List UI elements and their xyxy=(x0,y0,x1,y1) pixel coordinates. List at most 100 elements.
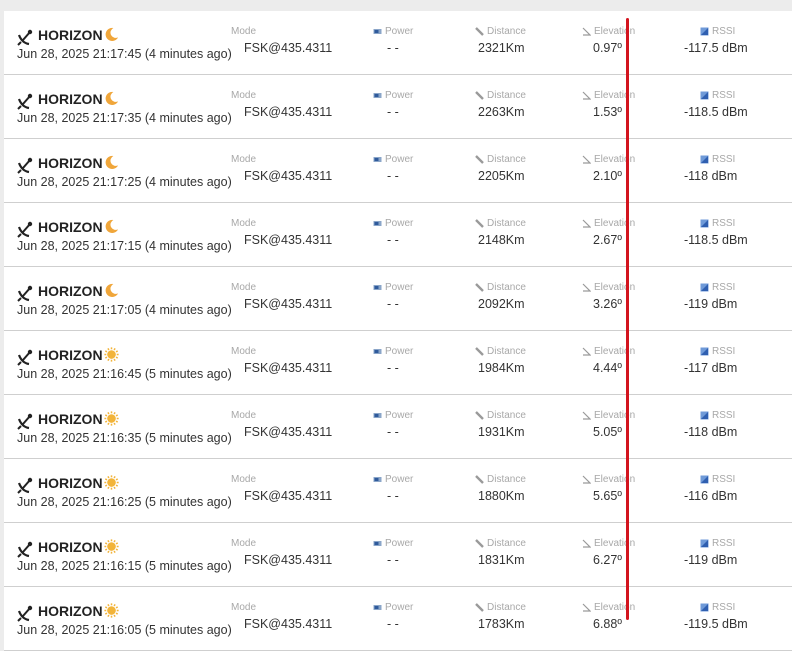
power-label: Power xyxy=(373,410,413,421)
power-label: Power xyxy=(373,90,413,101)
distance-label: Distance xyxy=(475,218,526,229)
rssi-value: -119 dBm xyxy=(684,553,738,567)
distance-label: Distance xyxy=(475,346,526,357)
satellite-name[interactable]: HORIZON xyxy=(38,91,103,107)
rssi-value: -117.5 dBm xyxy=(684,41,748,55)
satellite-icon xyxy=(17,28,35,46)
satellite-name[interactable]: HORIZON xyxy=(38,219,103,235)
crescent-moon-icon xyxy=(104,283,119,298)
satellite-name[interactable]: HORIZON xyxy=(38,347,103,363)
signal-icon xyxy=(700,219,709,228)
power-value: - - xyxy=(387,41,399,55)
satellite-icon xyxy=(17,284,35,302)
power-meter-icon xyxy=(373,219,382,228)
distance-label: Distance xyxy=(475,538,526,549)
packet-timestamp: Jun 28, 2025 21:17:05 (4 minutes ago) xyxy=(17,303,232,317)
power-meter-icon xyxy=(373,603,382,612)
power-meter-icon xyxy=(373,539,382,548)
packet-row[interactable]: HORIZON Jun 28, 2025 21:17:05 (4 minutes… xyxy=(4,267,792,331)
packet-timestamp: Jun 28, 2025 21:16:05 (5 minutes ago) xyxy=(17,623,232,637)
ruler-icon xyxy=(475,91,484,100)
sun-icon xyxy=(104,603,119,618)
elevation-value: 1.53º xyxy=(593,105,622,119)
mode-value: FSK@435.4311 xyxy=(244,361,333,375)
mode-value: FSK@435.4311 xyxy=(244,233,333,247)
satellite-name[interactable]: HORIZON xyxy=(38,411,103,427)
elevation-value: 3.26º xyxy=(593,297,622,311)
sun-icon xyxy=(104,347,119,362)
distance-value: 2205Km xyxy=(478,169,525,183)
mode-label: Mode xyxy=(231,538,257,549)
elevation-value: 6.27º xyxy=(593,553,622,567)
angle-icon xyxy=(582,27,592,36)
satellite-name[interactable]: HORIZON xyxy=(38,155,103,171)
mode-value: FSK@435.4311 xyxy=(244,41,333,55)
packet-row[interactable]: HORIZON Jun 28, 2025 21:16:15 (5 minutes… xyxy=(4,523,792,587)
mode-value: FSK@435.4311 xyxy=(244,169,333,183)
crescent-moon-icon xyxy=(104,27,119,42)
mode-label: Mode xyxy=(231,90,257,101)
rssi-value: -118 dBm xyxy=(684,425,738,439)
packet-row[interactable]: HORIZON Jun 28, 2025 21:16:05 (5 minutes… xyxy=(4,587,792,651)
packet-timestamp: Jun 28, 2025 21:17:35 (4 minutes ago) xyxy=(17,111,232,125)
power-meter-icon xyxy=(373,347,382,356)
packet-timestamp: Jun 28, 2025 21:16:25 (5 minutes ago) xyxy=(17,495,232,509)
signal-icon xyxy=(700,539,709,548)
satellite-name[interactable]: HORIZON xyxy=(38,603,103,619)
ruler-icon xyxy=(475,411,484,420)
packet-row[interactable]: HORIZON Jun 28, 2025 21:17:45 (4 minutes… xyxy=(4,11,792,75)
packet-row[interactable]: HORIZON Jun 28, 2025 21:16:45 (5 minutes… xyxy=(4,331,792,395)
angle-icon xyxy=(582,283,592,292)
crescent-moon-icon xyxy=(104,91,119,106)
rssi-label: RSSI xyxy=(700,26,735,37)
packet-row[interactable]: HORIZON Jun 28, 2025 21:16:35 (5 minutes… xyxy=(4,395,792,459)
packet-row[interactable]: HORIZON Jun 28, 2025 21:16:25 (5 minutes… xyxy=(4,459,792,523)
rssi-label: RSSI xyxy=(700,282,735,293)
distance-value: 1831Km xyxy=(478,553,525,567)
distance-value: 2321Km xyxy=(478,41,525,55)
satellite-name[interactable]: HORIZON xyxy=(38,27,103,43)
rssi-value: -118 dBm xyxy=(684,169,738,183)
angle-icon xyxy=(582,219,592,228)
mode-value: FSK@435.4311 xyxy=(244,617,333,631)
ruler-icon xyxy=(475,475,484,484)
mode-label: Mode xyxy=(231,346,257,357)
angle-icon xyxy=(582,539,592,548)
packet-timestamp: Jun 28, 2025 21:17:15 (4 minutes ago) xyxy=(17,239,232,253)
mode-label: Mode xyxy=(231,26,257,37)
distance-value: 2092Km xyxy=(478,297,525,311)
angle-icon xyxy=(582,475,592,484)
ruler-icon xyxy=(475,347,484,356)
sun-icon xyxy=(104,411,119,426)
power-value: - - xyxy=(387,105,399,119)
satellite-name[interactable]: HORIZON xyxy=(38,539,103,555)
distance-label: Distance xyxy=(475,410,526,421)
angle-icon xyxy=(582,411,592,420)
distance-label: Distance xyxy=(475,602,526,613)
ruler-icon xyxy=(475,27,484,36)
red-marker-line xyxy=(626,18,629,620)
rssi-value: -117 dBm xyxy=(684,361,738,375)
satellite-icon xyxy=(17,92,35,110)
power-value: - - xyxy=(387,425,399,439)
packet-row[interactable]: HORIZON Jun 28, 2025 21:17:15 (4 minutes… xyxy=(4,203,792,267)
ruler-icon xyxy=(475,283,484,292)
power-label: Power xyxy=(373,218,413,229)
packet-timestamp: Jun 28, 2025 21:17:45 (4 minutes ago) xyxy=(17,47,232,61)
packet-timestamp: Jun 28, 2025 21:17:25 (4 minutes ago) xyxy=(17,175,232,189)
mode-label: Mode xyxy=(231,602,257,613)
signal-icon xyxy=(700,91,709,100)
ruler-icon xyxy=(475,539,484,548)
packet-row[interactable]: HORIZON Jun 28, 2025 21:17:35 (4 minutes… xyxy=(4,75,792,139)
rssi-value: -116 dBm xyxy=(684,489,738,503)
distance-value: 1783Km xyxy=(478,617,525,631)
distance-value: 2263Km xyxy=(478,105,525,119)
angle-icon xyxy=(582,155,592,164)
signal-icon xyxy=(700,155,709,164)
rssi-value: -118.5 dBm xyxy=(684,233,748,247)
crescent-moon-icon xyxy=(104,155,119,170)
satellite-name[interactable]: HORIZON xyxy=(38,283,103,299)
satellite-name[interactable]: HORIZON xyxy=(38,475,103,491)
packet-row[interactable]: HORIZON Jun 28, 2025 21:17:25 (4 minutes… xyxy=(4,139,792,203)
signal-icon xyxy=(700,27,709,36)
